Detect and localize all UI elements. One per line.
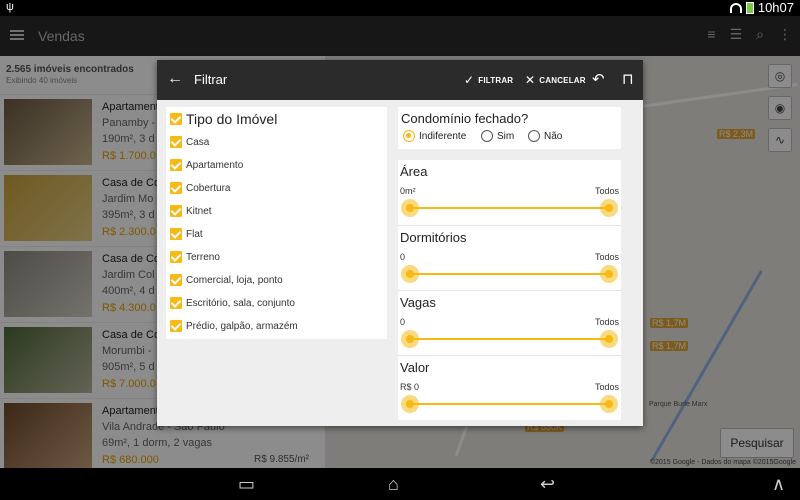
lock-icon[interactable]: ⊓: [622, 70, 634, 88]
option-label: Casa: [186, 136, 210, 148]
property-type-option[interactable]: Casa: [170, 136, 209, 148]
radio-indiferente[interactable]: Indiferente: [403, 130, 466, 142]
property-type-option[interactable]: Escritório, sala, conjunto: [170, 297, 295, 309]
battery-icon: [745, 1, 754, 14]
radio-button[interactable]: [528, 130, 540, 142]
radio-button[interactable]: [403, 130, 415, 142]
dialog-toolbar: ← Filtrar ✓ FILTRAR ✕ CANCELAR ↶ ⊓: [157, 60, 643, 100]
undo-icon[interactable]: ↶: [592, 70, 605, 88]
cancel-button[interactable]: ✕ CANCELAR: [525, 73, 586, 87]
checkbox[interactable]: [170, 251, 182, 263]
range-track[interactable]: [409, 273, 609, 275]
range-max: Todos: [594, 252, 619, 262]
recent-apps-icon[interactable]: ▭: [238, 474, 255, 495]
range-max-handle[interactable]: [600, 199, 618, 217]
range-min-handle[interactable]: [401, 330, 419, 348]
checkbox[interactable]: [170, 182, 182, 194]
range-label: Dormitórios: [400, 230, 467, 245]
checkbox[interactable]: [170, 320, 182, 332]
wifi-icon: [729, 2, 742, 13]
range-label: Valor: [400, 360, 430, 375]
option-label: Kitnet: [186, 205, 212, 217]
option-label: Prédio, galpão, armazém: [186, 320, 298, 332]
range-max: Todos: [594, 186, 619, 196]
radio-sim[interactable]: Sim: [481, 130, 514, 142]
radio-button[interactable]: [481, 130, 493, 142]
option-label: Comercial, loja, ponto: [186, 274, 283, 286]
option-label: Cobertura: [186, 182, 231, 194]
range-min-handle[interactable]: [401, 395, 419, 413]
range-price: Valor R$ 0 Todos: [398, 355, 621, 420]
radio-label: Não: [544, 130, 563, 142]
back-nav-icon[interactable]: ↩: [540, 474, 555, 495]
checkbox[interactable]: [170, 205, 182, 217]
checkbox[interactable]: [170, 159, 182, 171]
property-type-option[interactable]: Comercial, loja, ponto: [170, 274, 283, 286]
property-type-option[interactable]: Terreno: [170, 251, 220, 263]
radio-nao[interactable]: Não: [528, 130, 562, 142]
checkbox[interactable]: [170, 136, 182, 148]
close-icon: ✕: [525, 73, 536, 87]
keyboard-hide-icon[interactable]: ∧: [772, 474, 785, 495]
range-max-handle[interactable]: [600, 395, 618, 413]
apply-filter-label: FILTRAR: [478, 75, 514, 85]
range-max-handle[interactable]: [600, 265, 618, 283]
option-label: Flat: [186, 228, 203, 240]
property-type-option[interactable]: Prédio, galpão, armazém: [170, 320, 298, 332]
option-label: Terreno: [186, 251, 220, 263]
checkbox[interactable]: [170, 274, 182, 286]
radio-label: Sim: [497, 130, 515, 142]
property-type-option[interactable]: Kitnet: [170, 205, 212, 217]
property-type-option[interactable]: Cobertura: [170, 182, 230, 194]
range-parking: Vagas 0 Todos: [398, 290, 621, 355]
checkbox[interactable]: [170, 228, 182, 240]
range-min: 0: [400, 317, 406, 327]
range-max-handle[interactable]: [600, 330, 618, 348]
back-arrow-icon[interactable]: ←: [167, 70, 183, 88]
home-icon[interactable]: ⌂: [388, 474, 399, 495]
property-type-all-checkbox[interactable]: [170, 113, 182, 125]
option-label: Escritório, sala, conjunto: [186, 297, 295, 309]
property-type-option[interactable]: Flat: [170, 228, 203, 240]
range-area: Área 0m² Todos: [398, 160, 621, 225]
range-filters-panel: Área 0m² Todos Dormitórios 0 Todos Vagas…: [398, 160, 621, 420]
range-bedrooms: Dormitórios 0 Todos: [398, 225, 621, 290]
property-type-option[interactable]: Apartamento: [170, 159, 243, 171]
range-track[interactable]: [409, 403, 609, 405]
range-min: 0m²: [400, 186, 416, 196]
option-label: Apartamento: [186, 159, 244, 171]
gated-community-panel: Condomínio fechado? Indiferente Sim Não: [398, 107, 621, 149]
filter-dialog: ← Filtrar ✓ FILTRAR ✕ CANCELAR ↶ ⊓ Tipo …: [157, 60, 643, 426]
gated-community-heading: Condomínio fechado?: [401, 111, 529, 126]
range-max: Todos: [594, 382, 619, 392]
usb-icon: ψ: [6, 1, 14, 13]
range-min: R$ 0: [400, 382, 420, 392]
apply-filter-button[interactable]: ✓ FILTRAR: [464, 73, 513, 87]
range-track[interactable]: [409, 207, 609, 209]
range-track[interactable]: [409, 338, 609, 340]
property-type-panel: Tipo do Imóvel Casa Apartamento Cobertur…: [166, 107, 387, 339]
range-min-handle[interactable]: [401, 199, 419, 217]
dialog-title: Filtrar: [194, 72, 228, 87]
clock: 10h07: [757, 0, 794, 15]
navigation-bar: ▭ ⌂ ↩ ∧: [0, 468, 800, 500]
radio-label: Indiferente: [419, 130, 467, 142]
cancel-label: CANCELAR: [539, 75, 586, 85]
range-min: 0: [400, 252, 406, 262]
checkbox[interactable]: [170, 297, 182, 309]
range-min-handle[interactable]: [401, 265, 419, 283]
status-bar: ψ 10h07: [0, 0, 800, 16]
range-label: Área: [400, 164, 428, 179]
property-type-heading: Tipo do Imóvel: [186, 111, 278, 127]
range-label: Vagas: [400, 295, 436, 310]
check-icon: ✓: [464, 73, 475, 87]
range-max: Todos: [594, 317, 619, 327]
